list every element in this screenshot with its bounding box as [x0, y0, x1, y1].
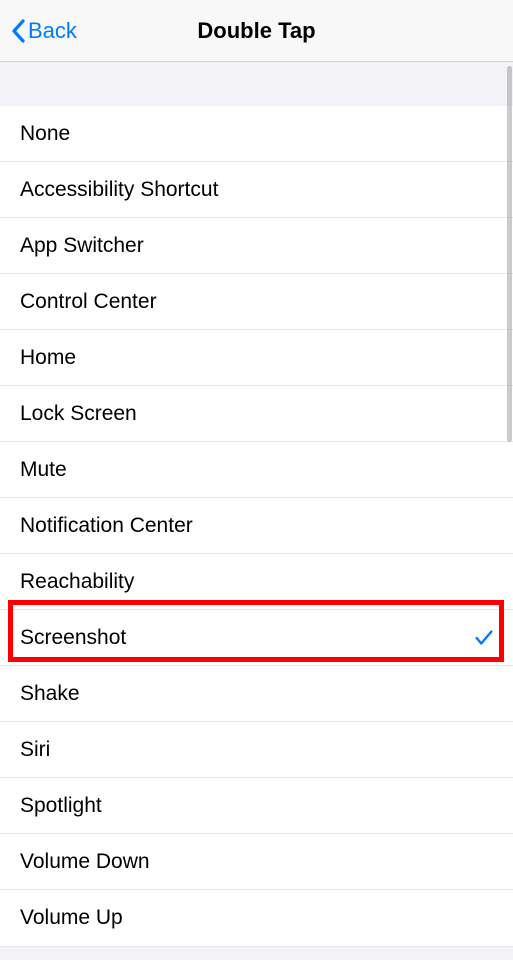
footer-spacer [0, 946, 513, 960]
list-item[interactable]: Volume Down [0, 834, 513, 890]
list-item-label: None [20, 122, 495, 146]
list-item-label: Screenshot [20, 626, 473, 650]
list-item-label: Home [20, 346, 495, 370]
list-item-label: Notification Center [20, 514, 495, 538]
list-item[interactable]: Home [0, 330, 513, 386]
list-item[interactable]: None [0, 106, 513, 162]
section-spacer [0, 62, 513, 106]
back-button[interactable]: Back [0, 18, 77, 44]
list-item[interactable]: Control Center [0, 274, 513, 330]
list-item[interactable]: App Switcher [0, 218, 513, 274]
back-label: Back [28, 18, 77, 44]
list-item[interactable]: Mute [0, 442, 513, 498]
list-item[interactable]: Lock Screen [0, 386, 513, 442]
scrollbar[interactable] [507, 66, 512, 442]
list-item[interactable]: Reachability [0, 554, 513, 610]
list-item[interactable]: Volume Up [0, 890, 513, 946]
list-item-label: Mute [20, 458, 495, 482]
list-item-label: Volume Down [20, 850, 495, 874]
list-item[interactable]: Screenshot [0, 610, 513, 666]
list-item-label: Lock Screen [20, 402, 495, 426]
list-item-label: Reachability [20, 570, 495, 594]
chevron-left-icon [10, 19, 26, 43]
list-item-label: Shake [20, 682, 495, 706]
list-item[interactable]: Accessibility Shortcut [0, 162, 513, 218]
list-item-label: Spotlight [20, 794, 495, 818]
list-item-label: Volume Up [20, 906, 495, 930]
nav-bar: Back Double Tap [0, 0, 513, 62]
list-item-label: Accessibility Shortcut [20, 178, 495, 202]
list-item[interactable]: Spotlight [0, 778, 513, 834]
checkmark-icon [473, 627, 495, 649]
list-item[interactable]: Notification Center [0, 498, 513, 554]
list-item-label: Siri [20, 738, 495, 762]
options-list: None Accessibility Shortcut App Switcher Co… [0, 106, 513, 946]
list-item-label: App Switcher [20, 234, 495, 258]
list-item[interactable]: Shake [0, 666, 513, 722]
list-item-label: Control Center [20, 290, 495, 314]
list-item[interactable]: Siri [0, 722, 513, 778]
